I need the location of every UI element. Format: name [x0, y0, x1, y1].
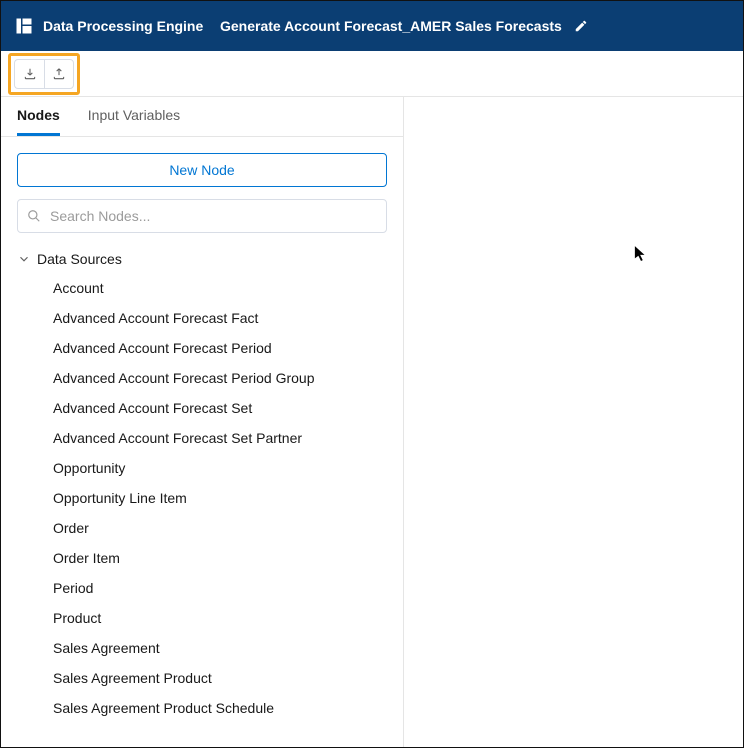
search-wrap: [17, 199, 387, 233]
pencil-icon: [574, 19, 588, 33]
tab-nodes[interactable]: Nodes: [17, 97, 60, 136]
toolbar-highlight: [8, 53, 80, 95]
tree-item[interactable]: Period: [53, 573, 387, 603]
tree-item[interactable]: Opportunity: [53, 453, 387, 483]
tree-item[interactable]: Order Item: [53, 543, 387, 573]
tree-group-header-data-sources[interactable]: Data Sources: [17, 245, 387, 273]
canvas[interactable]: [404, 97, 743, 747]
download-icon: [23, 67, 37, 81]
new-node-button[interactable]: New Node: [17, 153, 387, 187]
tree-item[interactable]: Product: [53, 603, 387, 633]
download-button[interactable]: [14, 59, 44, 89]
tabs: Nodes Input Variables: [1, 97, 403, 137]
tree-item[interactable]: Account: [53, 273, 387, 303]
tree-item[interactable]: Advanced Account Forecast Set Partner: [53, 423, 387, 453]
app-header: Data Processing Engine Generate Account …: [1, 1, 743, 51]
tree-items: AccountAdvanced Account Forecast FactAdv…: [53, 273, 387, 723]
edit-title-button[interactable]: [572, 17, 590, 35]
tree-item[interactable]: Sales Agreement Product Schedule: [53, 693, 387, 723]
search-icon: [27, 209, 41, 223]
app-title: Data Processing Engine: [43, 18, 203, 34]
panel-content: New Node Data Sources AccountAdvanced Ac…: [1, 137, 403, 739]
cursor-icon: [634, 245, 648, 263]
tree-item[interactable]: Advanced Account Forecast Period Group: [53, 363, 387, 393]
upload-button[interactable]: [44, 59, 74, 89]
search-input[interactable]: [17, 199, 387, 233]
tree-item[interactable]: Advanced Account Forecast Set: [53, 393, 387, 423]
definition-title: Generate Account Forecast_AMER Sales For…: [220, 18, 562, 34]
header-left: Data Processing Engine: [15, 17, 220, 35]
tab-input-variables[interactable]: Input Variables: [88, 97, 180, 136]
body-area: Nodes Input Variables New Node Data Sour…: [1, 97, 743, 747]
toolbar: [1, 51, 743, 97]
dashboard-icon: [15, 17, 33, 35]
tree-item[interactable]: Advanced Account Forecast Fact: [53, 303, 387, 333]
chevron-down-icon: [17, 252, 31, 266]
group-label: Data Sources: [37, 251, 122, 267]
tree-item[interactable]: Sales Agreement Product: [53, 663, 387, 693]
tree-item[interactable]: Sales Agreement: [53, 633, 387, 663]
tree-item[interactable]: Order: [53, 513, 387, 543]
tree-item[interactable]: Advanced Account Forecast Period: [53, 333, 387, 363]
tree: Data Sources AccountAdvanced Account For…: [17, 245, 387, 723]
header-center: Generate Account Forecast_AMER Sales For…: [220, 17, 590, 35]
upload-icon: [52, 67, 66, 81]
tree-item[interactable]: Opportunity Line Item: [53, 483, 387, 513]
left-panel: Nodes Input Variables New Node Data Sour…: [1, 97, 404, 747]
